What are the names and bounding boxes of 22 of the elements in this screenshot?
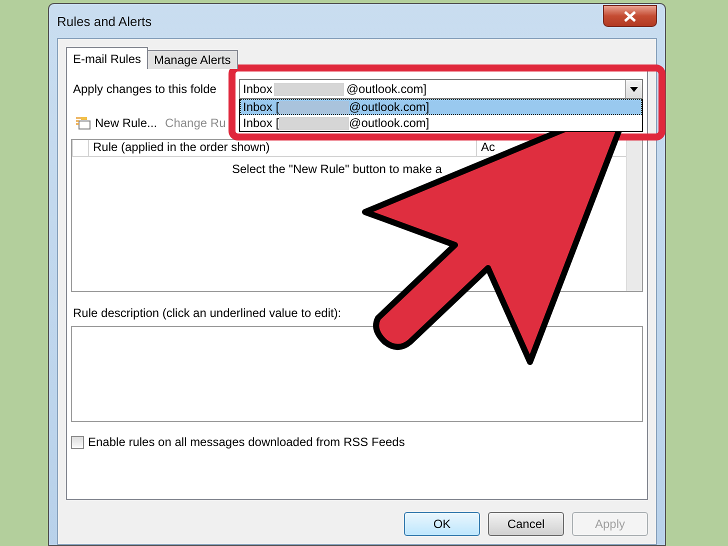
tab[interactable]: Manage Alerts — [147, 50, 238, 69]
redaction — [279, 100, 350, 114]
close-icon — [624, 10, 636, 22]
checkbox-label: Enable rules on all messages downloaded from RSS Feeds — [88, 435, 405, 449]
dialog-button[interactable]: OK — [404, 512, 480, 536]
column-header[interactable]: Rule (applied in the order shown) — [88, 140, 476, 156]
folder-label: Apply changes to this folde — [73, 81, 216, 96]
dropdown-caret-icon[interactable] — [625, 80, 642, 98]
redaction — [274, 82, 344, 96]
new-rule-icon — [75, 116, 91, 130]
description-label: Rule description (click an underlined value to edit): — [72, 306, 342, 320]
close-button[interactable] — [603, 5, 657, 27]
redaction — [279, 116, 350, 130]
dropdown-option[interactable]: Inbox [ @outlook.com] — [240, 99, 642, 115]
dialog-button[interactable]: Cancel — [488, 512, 564, 536]
window-title: Rules and Alerts — [57, 14, 152, 28]
toolbar-button[interactable]: New Rule... — [75, 116, 158, 130]
folder-dropdown[interactable]: Inbox @outlook.com] — [239, 79, 643, 99]
scrollbar[interactable] — [626, 140, 642, 291]
checkbox[interactable] — [71, 436, 84, 448]
empty-message: Select the "New Rule" button to make a — [232, 162, 442, 176]
tab[interactable]: E-mail Rules — [66, 47, 148, 69]
